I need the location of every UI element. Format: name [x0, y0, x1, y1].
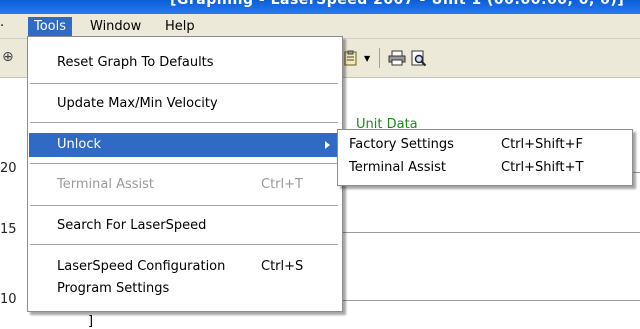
menu-item-program-settings[interactable]: Program Settings	[29, 277, 339, 301]
menu-item-label: Terminal Assist	[57, 177, 154, 192]
clipboard-button[interactable]	[340, 47, 362, 69]
print-preview-button[interactable]	[408, 47, 430, 69]
submenu-arrow-icon	[325, 141, 330, 149]
menu-tools[interactable]: Tools	[28, 17, 73, 37]
menu-separator	[30, 163, 338, 164]
menu-item-shortcut: Ctrl+S	[261, 259, 304, 274]
menu-item-laserspeed-config[interactable]: LaserSpeed Configuration Ctrl+S	[29, 255, 339, 279]
menu-item-label: Reset Graph To Defaults	[57, 55, 214, 70]
menu-item-unlock[interactable]: Unlock	[29, 133, 339, 157]
unlock-submenu: Factory Settings Ctrl+Shift+F Terminal A…	[337, 129, 633, 186]
menu-item-label: Program Settings	[57, 281, 170, 296]
y-tick-label: 15	[0, 222, 17, 237]
menu-item-label: LaserSpeed Configuration	[57, 259, 226, 274]
tools-menu: Reset Graph To Defaults Update Max/Min V…	[27, 36, 343, 312]
grid-line	[340, 232, 640, 233]
menu-window[interactable]: Window	[84, 17, 147, 37]
toolbar-clipboard-icon	[344, 50, 357, 66]
submenu-item-label: Factory Settings	[349, 137, 454, 152]
menu-item-terminal-assist[interactable]: Terminal Assist Ctrl+T	[29, 173, 339, 197]
dropdown-arrow-icon[interactable]: ▼	[364, 54, 370, 63]
menu-separator	[30, 244, 338, 245]
menu-item-label: Search For LaserSpeed	[57, 218, 207, 233]
menu-item-label: Unlock	[57, 137, 101, 152]
print-preview-icon	[411, 50, 427, 66]
menu-separator	[30, 205, 338, 206]
submenu-item-label: Terminal Assist	[349, 160, 446, 175]
submenu-item-shortcut: Ctrl+Shift+T	[501, 160, 584, 175]
submenu-item-terminal-assist[interactable]: Terminal Assist Ctrl+Shift+T	[339, 157, 631, 179]
toolbar-separator	[379, 48, 381, 68]
menu-partial-item[interactable]: ·	[0, 19, 4, 34]
menu-help[interactable]: Help	[159, 17, 201, 37]
window-title: [Graphing - LaserSpeed 2007 - Unit 1 (00…	[170, 0, 625, 8]
menu-item-reset-graph[interactable]: Reset Graph To Defaults	[29, 51, 339, 75]
graph-bracket: ]	[88, 314, 94, 329]
submenu-item-factory-settings[interactable]: Factory Settings Ctrl+Shift+F	[339, 134, 631, 156]
menu-separator	[30, 122, 338, 123]
print-button[interactable]	[386, 47, 408, 69]
y-tick-label: 10	[0, 292, 17, 307]
menu-item-update-velocity[interactable]: Update Max/Min Velocity	[29, 92, 339, 116]
menu-item-label: Update Max/Min Velocity	[57, 96, 218, 111]
toolbar-group: ▼	[340, 47, 430, 69]
submenu-item-shortcut: Ctrl+Shift+F	[501, 137, 583, 152]
toolbar-partial-icon[interactable]: ⊕	[2, 49, 14, 65]
menu-item-shortcut: Ctrl+T	[261, 177, 303, 192]
menu-separator	[30, 83, 338, 84]
title-bar: [Graphing - LaserSpeed 2007 - Unit 1 (00…	[0, 0, 640, 14]
y-tick-label: 20	[0, 161, 17, 176]
grid-line	[340, 300, 640, 301]
print-icon	[388, 50, 406, 66]
menu-item-search-laserspeed[interactable]: Search For LaserSpeed	[29, 214, 339, 238]
